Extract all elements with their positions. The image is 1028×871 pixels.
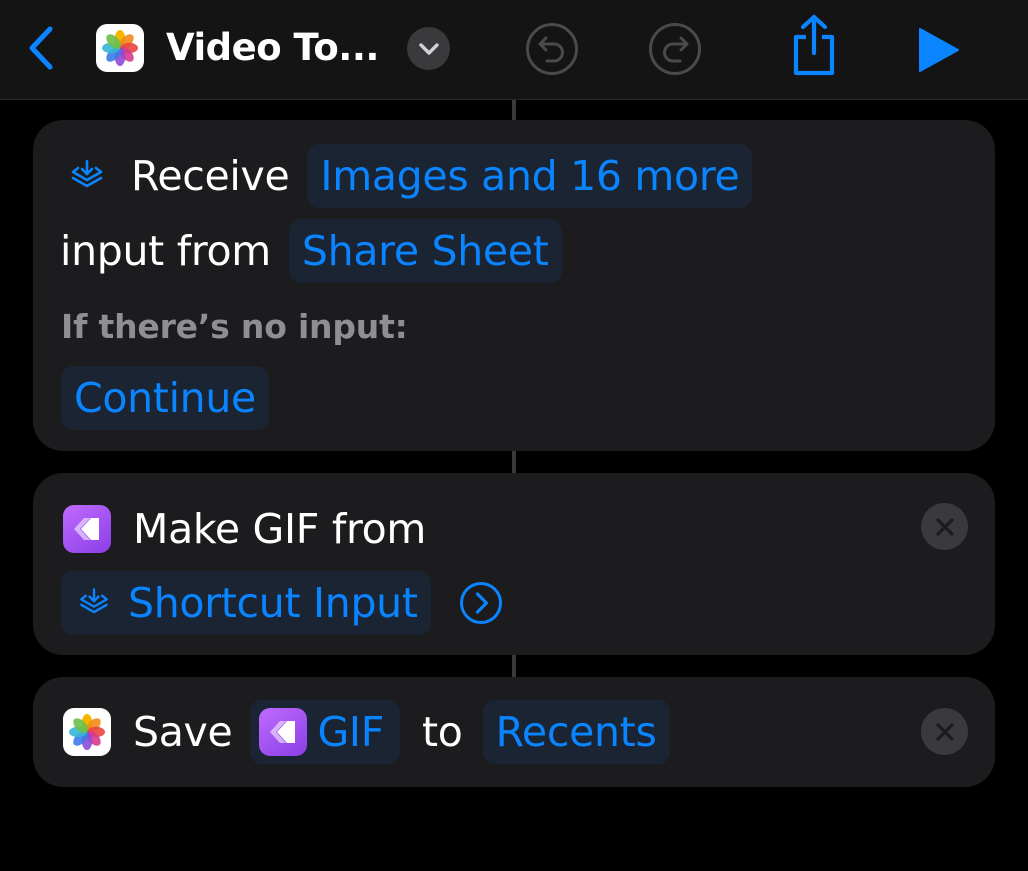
photos-icon [102,30,138,66]
undo-icon [526,23,578,75]
share-icon [793,14,835,76]
make-gif-action[interactable]: Make GIF from Shortcut Input [33,473,995,655]
play-icon [919,28,959,72]
navigation-bar: Video To... [0,0,1028,100]
make-gif-label: Make GIF from [133,505,427,553]
album-token[interactable]: Recents [482,700,670,764]
show-more-button[interactable] [459,581,503,625]
shortcut-input-label: Shortcut Input [128,579,418,627]
to-label: to [422,708,463,756]
save-row: Save GIF to Recents [63,700,670,764]
chevron-left-icon [29,26,53,70]
input-from-row: input from Share Sheet [60,219,562,283]
flow-connector [512,451,516,473]
input-from-label: input from [60,227,271,275]
photos-icon [63,708,111,756]
back-button[interactable] [18,22,64,74]
redo-icon [649,23,701,75]
save-to-album-action[interactable]: Save GIF to Recents [33,677,995,787]
input-types-token[interactable]: Images and 16 more [307,144,753,208]
share-button[interactable] [786,12,842,78]
shortcut-input-token[interactable]: Shortcut Input [61,571,431,635]
make-gif-title-row: Make GIF from [63,497,426,561]
run-button[interactable] [912,24,964,76]
receive-input-action[interactable]: Receive Images and 16 more input from Sh… [33,120,995,451]
make-gif-icon [259,708,308,756]
remove-action-button[interactable] [921,503,968,550]
gif-variable-token[interactable]: GIF [250,700,400,764]
flow-connector [512,655,516,677]
shortcut-input-icon [71,159,103,188]
redo-button[interactable] [648,22,702,76]
gif-variable-label: GIF [317,708,384,756]
undo-button[interactable] [525,22,579,76]
chevron-right-circle-icon [459,582,502,624]
no-input-behavior-token[interactable]: Continue [61,366,269,430]
save-label: Save [133,708,233,756]
gif-input-row: Shortcut Input [61,571,503,635]
receive-label: Receive [131,152,290,200]
flow-connector [512,100,516,120]
chevron-down-icon [418,42,439,55]
make-gif-icon [63,505,111,553]
no-input-label: If there’s no input: [61,306,408,346]
shortcut-input-icon [80,588,108,614]
input-source-token[interactable]: Share Sheet [288,219,562,283]
fallback-value-row: Continue [61,366,269,430]
remove-icon [935,517,954,536]
title-menu-button[interactable] [407,27,450,70]
fallback-label-row: If there’s no input: [61,304,408,348]
receive-row: Receive Images and 16 more [63,144,753,208]
remove-icon [935,722,954,741]
shortcut-title[interactable]: Video To... [166,24,379,72]
remove-action-button[interactable] [921,708,968,755]
shortcut-app-icon[interactable] [96,24,144,72]
